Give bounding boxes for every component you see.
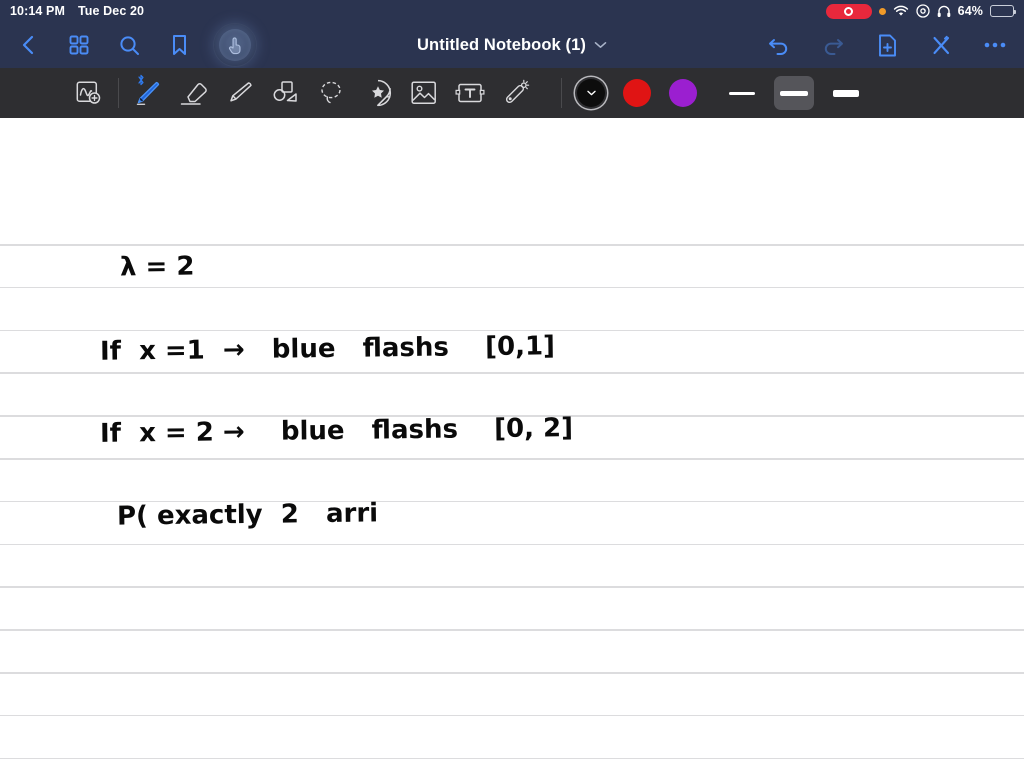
nav-left-group xyxy=(14,24,256,66)
page-rule-line xyxy=(0,672,1024,674)
bookmark-icon[interactable] xyxy=(164,30,194,60)
add-page-button[interactable] xyxy=(872,30,902,60)
microphone-in-use-indicator xyxy=(878,7,886,15)
notetaking-app-window: 10:14 PM Tue Dec 20 64% Untitled Noteboo… xyxy=(0,0,1024,768)
status-bar-right: 64% xyxy=(825,3,1016,19)
page-rule-line xyxy=(0,629,1024,631)
status-bar-left: 10:14 PM Tue Dec 20 xyxy=(10,4,144,18)
page-rule-line xyxy=(0,286,1024,289)
drawing-toolbar xyxy=(0,68,1024,118)
battery-icon xyxy=(990,5,1016,17)
page-rule-line xyxy=(0,586,1024,588)
assistive-touch-icon[interactable] xyxy=(214,24,256,66)
ios-status-bar: 10:14 PM Tue Dec 20 64% xyxy=(0,0,1024,22)
note-if-x2: If x = 2 → blue flashs [0, 2] xyxy=(99,413,574,449)
color-swatch-black[interactable] xyxy=(577,79,605,107)
headphones-icon xyxy=(937,5,951,18)
redo-button[interactable] xyxy=(818,30,848,60)
image-tool[interactable] xyxy=(401,72,447,114)
undo-button[interactable] xyxy=(764,30,794,60)
notebook-nav-bar: Untitled Notebook (1) xyxy=(0,22,1024,68)
more-options-button[interactable] xyxy=(980,30,1010,60)
note-probability: P( exactly 2 arri xyxy=(116,498,379,532)
stroke-width-medium[interactable] xyxy=(774,76,814,110)
sticker-tool[interactable] xyxy=(355,72,401,114)
note-lambda: λ = 2 xyxy=(119,251,195,283)
page-rule-line xyxy=(0,458,1024,460)
page-title[interactable]: Untitled Notebook (1) xyxy=(417,36,586,55)
page-rule-line xyxy=(0,372,1024,374)
color-swatch-purple[interactable] xyxy=(669,79,697,107)
stroke-width-thick[interactable] xyxy=(826,76,866,110)
toolbar-divider xyxy=(118,78,119,108)
status-date: Tue Dec 20 xyxy=(78,4,145,18)
chevron-down-icon[interactable] xyxy=(594,41,607,49)
close-button[interactable] xyxy=(926,30,956,60)
back-button[interactable] xyxy=(14,30,44,60)
page-thumbnails-grid-icon[interactable] xyxy=(64,30,94,60)
toolbar-divider-colors xyxy=(561,78,562,108)
focus-mode-icon xyxy=(916,4,930,18)
zoom-box-tool[interactable] xyxy=(66,72,112,114)
note-if-x1: If x =1 → blue flashs [0,1] xyxy=(99,331,556,367)
color-swatch-red[interactable] xyxy=(623,79,651,107)
chevron-down-icon xyxy=(586,89,596,98)
page-rule-line xyxy=(0,714,1024,717)
battery-percent-label: 64% xyxy=(957,4,983,18)
search-icon[interactable] xyxy=(114,30,144,60)
laser-tool[interactable] xyxy=(493,72,539,114)
stroke-width-thin[interactable] xyxy=(722,76,762,110)
recording-dot-icon xyxy=(844,6,854,16)
highlighter-tool[interactable] xyxy=(217,72,263,114)
page-rule-line xyxy=(0,757,1024,760)
wifi-icon xyxy=(893,5,909,17)
notebook-page-canvas[interactable]: λ = 2 If x =1 → blue flashs [0,1] If x = 2… xyxy=(0,118,1024,768)
page-rule-line xyxy=(0,244,1024,246)
screen-recording-indicator[interactable] xyxy=(825,3,872,19)
pen-tool[interactable] xyxy=(125,72,171,114)
bluetooth-icon xyxy=(137,74,145,89)
page-rule-line xyxy=(0,543,1024,546)
status-time: 10:14 PM xyxy=(10,4,65,18)
eraser-tool[interactable] xyxy=(171,72,217,114)
lasso-tool[interactable] xyxy=(309,72,355,114)
nav-right-group xyxy=(764,30,1010,60)
shapes-tool[interactable] xyxy=(263,72,309,114)
text-box-tool[interactable] xyxy=(447,72,493,114)
